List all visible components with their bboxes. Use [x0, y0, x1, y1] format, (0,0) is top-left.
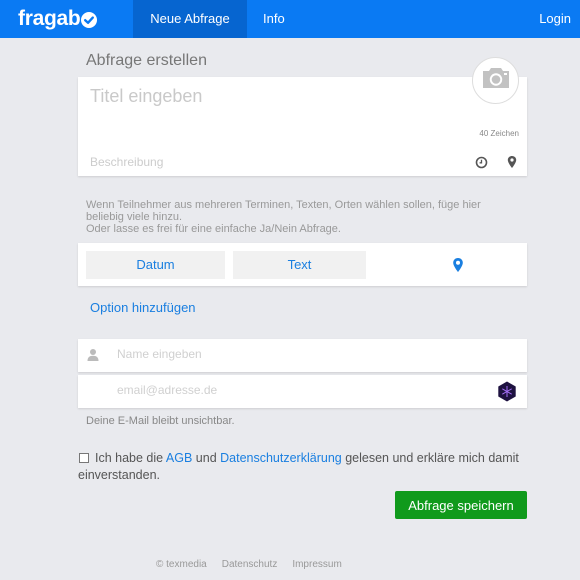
- footer-link-datenschutz[interactable]: Datenschutz: [222, 559, 278, 570]
- map-pin-icon[interactable]: [452, 257, 464, 273]
- hint-line-1: Wenn Teilnehmer aus mehreren Terminen, T…: [86, 199, 481, 223]
- hint-line-2: Oder lasse es frei für eine einfache Ja/…: [86, 223, 341, 235]
- location-pin-icon[interactable]: [506, 155, 518, 169]
- footer: © texmedia Datenschutz Impressum: [156, 559, 342, 570]
- option-type-card: Datum Text: [78, 243, 527, 286]
- nav-neue-abfrage[interactable]: Neue Abfrage: [133, 0, 247, 38]
- name-input[interactable]: [117, 347, 477, 361]
- name-card: [78, 339, 527, 372]
- login-link[interactable]: Login: [539, 0, 571, 38]
- terms-checkbox[interactable]: [79, 453, 89, 463]
- description-input[interactable]: [90, 155, 450, 169]
- options-hint: Wenn Teilnehmer aus mehreren Terminen, T…: [86, 199, 506, 235]
- title-card: 40 Zeichen: [78, 77, 527, 176]
- footer-copyright: © texmedia: [156, 559, 207, 570]
- user-icon: [87, 348, 99, 361]
- brand-name: fragab: [18, 7, 81, 30]
- add-option-link[interactable]: Option hinzufügen: [90, 300, 196, 315]
- privacy-policy-link[interactable]: Datenschutzerklärung: [220, 451, 342, 465]
- camera-icon: [481, 66, 511, 95]
- check-bubble-icon: [81, 12, 98, 28]
- email-card: [78, 375, 527, 408]
- terms-text-middle: und: [192, 451, 221, 465]
- agb-link[interactable]: AGB: [166, 451, 192, 465]
- save-poll-button[interactable]: Abfrage speichern: [395, 491, 527, 519]
- brand-logo[interactable]: fragab: [18, 5, 98, 33]
- title-input[interactable]: [90, 86, 450, 107]
- navbar: fragab Neue Abfrage Info Login: [0, 0, 580, 38]
- email-privacy-note: Deine E-Mail bleibt unsichtbar.: [86, 415, 235, 427]
- email-input[interactable]: [117, 383, 477, 397]
- section-title: Abfrage erstellen: [86, 52, 207, 69]
- clock-icon[interactable]: [475, 156, 488, 169]
- footer-link-impressum[interactable]: Impressum: [292, 559, 341, 570]
- terms-text-before: Ich habe die: [95, 451, 166, 465]
- nav-info[interactable]: Info: [247, 0, 301, 38]
- terms-consent: Ich habe die AGB und Datenschutzerklärun…: [78, 450, 533, 484]
- option-type-datum[interactable]: Datum: [86, 251, 225, 279]
- option-type-text[interactable]: Text: [233, 251, 366, 279]
- upload-image-button[interactable]: [472, 57, 519, 104]
- char-count: 40 Zeichen: [479, 129, 519, 138]
- password-manager-icon[interactable]: [497, 381, 517, 402]
